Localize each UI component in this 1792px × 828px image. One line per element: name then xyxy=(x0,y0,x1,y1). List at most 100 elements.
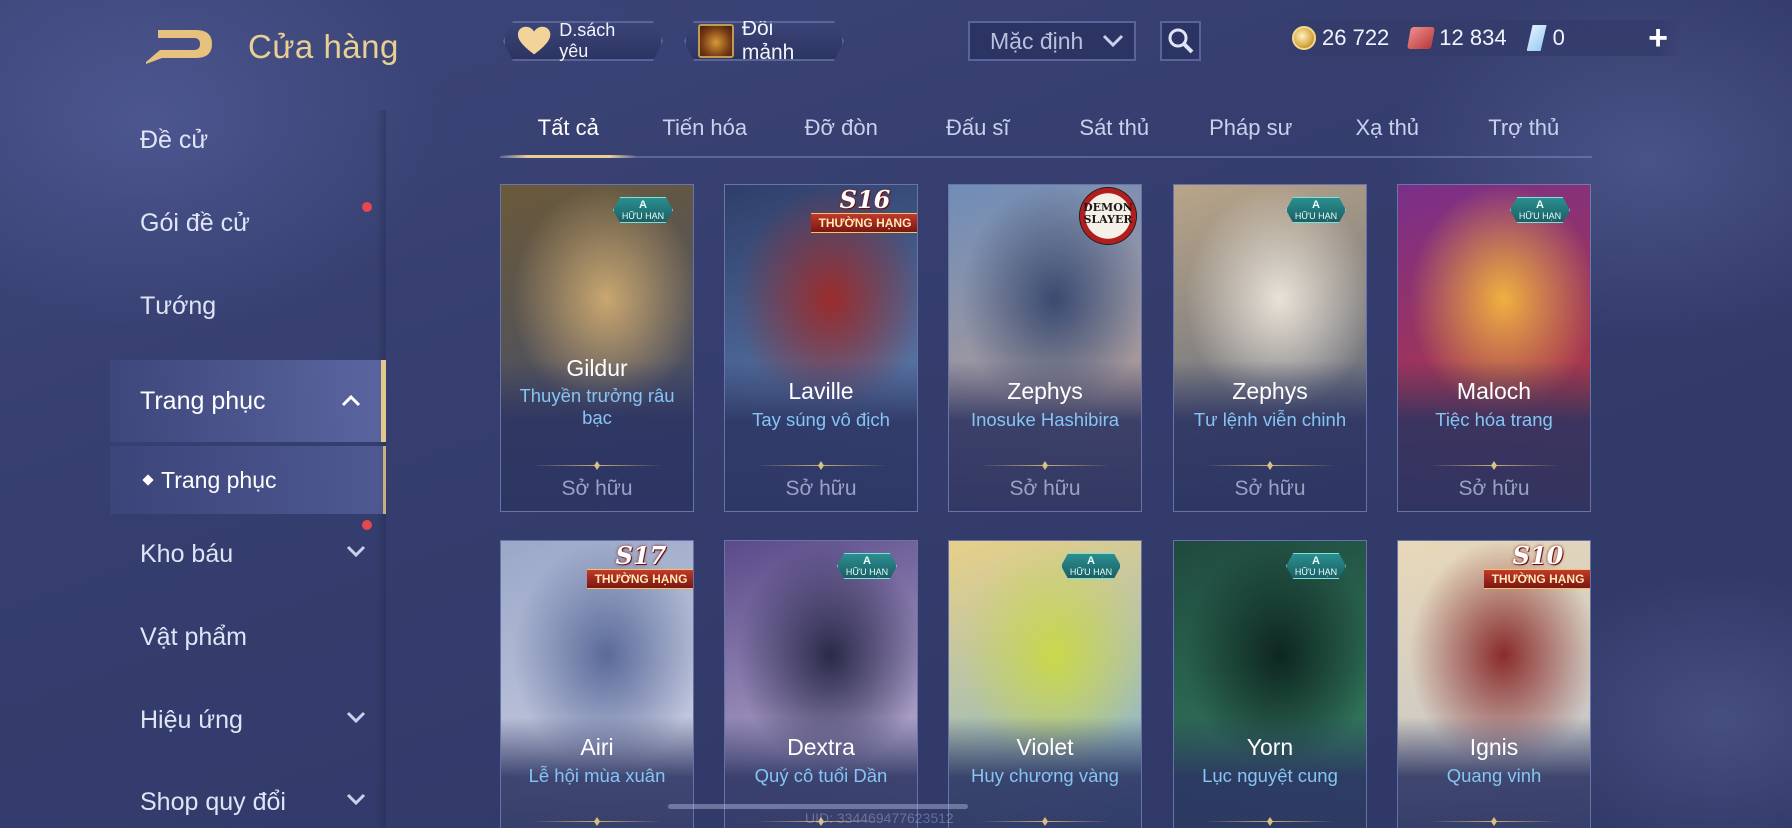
badge-rank: A xyxy=(1536,199,1544,211)
scroll-indicator[interactable] xyxy=(668,804,968,809)
tab-fighter[interactable]: Đấu sĩ xyxy=(910,106,1047,156)
back-button[interactable] xyxy=(140,24,216,70)
limited-badge-icon: A HỮU HẠN xyxy=(613,197,673,223)
owned-status: Sở hữu xyxy=(1009,477,1081,500)
limited-badge-icon: A HỮU HẠN xyxy=(1286,553,1346,579)
page-title: Cửa hàng xyxy=(248,28,399,65)
tab-mage[interactable]: Pháp sư xyxy=(1183,106,1320,156)
skin-card[interactable]: A HỮU HẠN Dextra Quý cô tuổi Dần xyxy=(724,540,918,828)
badge-limited: HỮU HẠN xyxy=(1069,567,1113,577)
player-uid: UID: 334469477623512 xyxy=(805,810,954,826)
search-button[interactable] xyxy=(1160,21,1201,61)
sidebar-item-label: Kho báu xyxy=(140,539,234,568)
card-divider xyxy=(1204,821,1336,822)
owned-status: Sở hữu xyxy=(785,477,857,500)
skin-card[interactable]: A HỮU HẠN Gildur Thuyền trưởng râu bạc Sở hữ… xyxy=(500,184,694,512)
sort-dropdown[interactable]: Mặc định xyxy=(968,21,1136,61)
skin-card[interactable]: S16 THƯỜNG HẠNG Laville Tay súng vô địch Sở … xyxy=(724,184,918,512)
badge-rank: A xyxy=(1087,555,1095,567)
gem-icon xyxy=(1526,25,1547,51)
hero-name: Gildur xyxy=(566,355,628,381)
season-number: S16 xyxy=(839,185,891,214)
currency-bar: 26 722 12 834 0 + xyxy=(1278,20,1682,56)
sidebar-subitem-label: Trang phục xyxy=(161,466,277,493)
skin-card[interactable]: S10 THƯỜNG HẠNG Ignis Quang vinh xyxy=(1397,540,1591,828)
card-divider xyxy=(531,821,663,822)
add-currency-button[interactable]: + xyxy=(1648,21,1668,55)
sidebar-item-label: Vật phẩm xyxy=(140,622,248,651)
sidebar-item-skins[interactable]: Trang phục xyxy=(110,360,386,442)
tab-tank[interactable]: Đỡ đòn xyxy=(773,106,910,156)
voucher-amount: 12 834 xyxy=(1439,25,1507,50)
season-badge-icon: S17 THƯỜNG HẠNG xyxy=(587,541,693,591)
owned-status: Sở hữu xyxy=(1234,477,1306,500)
voucher-icon xyxy=(1407,27,1436,49)
tab-evolution[interactable]: Tiến hóa xyxy=(637,106,774,156)
tab-support[interactable]: Trợ thủ xyxy=(1456,106,1593,156)
sidebar-item-label: Shop quy đổi xyxy=(140,787,286,816)
sidebar-item-exchange-shop[interactable]: Shop quy đổi xyxy=(110,766,386,828)
treasure-chest-icon xyxy=(698,24,734,58)
card-divider xyxy=(531,465,663,466)
hero-name: Zephys xyxy=(1232,378,1308,404)
badge-rank: A xyxy=(1312,555,1320,567)
badge-rank: A xyxy=(639,199,647,211)
skin-card[interactable]: S17 THƯỜNG HẠNG Airi Lễ hội mùa xuân xyxy=(500,540,694,828)
coin-icon xyxy=(1292,26,1316,50)
tab-all[interactable]: Tất cả xyxy=(500,106,637,158)
heart-icon xyxy=(517,26,551,56)
sidebar-item-items[interactable]: Vật phẩm xyxy=(110,601,386,673)
season-rank: THƯỜNG HẠNG xyxy=(1484,569,1590,589)
notification-dot xyxy=(362,202,372,212)
coin-amount: 26 722 xyxy=(1322,25,1390,50)
skin-card[interactable]: A HỮU HẠN Violet Huy chương vàng xyxy=(948,540,1142,828)
card-divider xyxy=(979,821,1111,822)
chevron-down-icon xyxy=(346,545,366,557)
currency-gems: 0 xyxy=(1526,25,1565,51)
owned-status: Sở hữu xyxy=(1458,477,1530,500)
season-rank: THƯỜNG HẠNG xyxy=(587,569,693,589)
skin-name: Lục nguyệt cung xyxy=(1202,765,1338,786)
card-divider xyxy=(1428,465,1560,466)
sidebar-subitem-skins[interactable]: Trang phục xyxy=(110,446,386,514)
skin-name: Thuyền trưởng râu bạc xyxy=(519,385,675,428)
badge-limited: HỮU HẠN xyxy=(1294,211,1338,221)
sidebar-item-featured-bundles[interactable]: Gói đề cử xyxy=(110,187,386,259)
tab-marksman[interactable]: Xạ thủ xyxy=(1319,106,1456,156)
skin-card[interactable]: A HỮU HẠN Yorn Lục nguyệt cung xyxy=(1173,540,1367,828)
sidebar-item-treasure[interactable]: Kho báu xyxy=(110,518,386,590)
hero-name: Ignis xyxy=(1469,734,1519,760)
sidebar-item-heroes[interactable]: Tướng xyxy=(110,270,386,342)
card-divider xyxy=(1204,465,1336,466)
sidebar-item-featured[interactable]: Đề cử xyxy=(110,104,386,176)
skin-card[interactable]: A HỮU HẠN Maloch Tiệc hóa trang Sở hữu xyxy=(1397,184,1591,512)
limited-badge-icon: A HỮU HẠN xyxy=(837,553,897,579)
shard-exchange-button[interactable]: Đổi mảnh xyxy=(684,21,844,61)
sidebar-item-label: Trang phục xyxy=(140,386,266,415)
skin-name: Quang vinh xyxy=(1446,765,1542,786)
limited-badge-icon: A HỮU HẠN xyxy=(1286,197,1346,223)
hero-name: Violet xyxy=(1016,734,1074,760)
search-icon xyxy=(1168,28,1193,54)
limited-badge-icon: A HỮU HẠN xyxy=(1061,553,1121,579)
tab-assassin[interactable]: Sát thủ xyxy=(1046,106,1183,156)
category-tabs: Tất cả Tiến hóa Đỡ đòn Đấu sĩ Sát thủ Ph… xyxy=(500,106,1592,158)
badge-limited: HỮU HẠN xyxy=(1294,567,1338,577)
skin-card[interactable]: DEMON SLAYER Zephys Inosuke Hashibira Sở hữ… xyxy=(948,184,1142,512)
diamond-bullet-icon xyxy=(142,474,154,486)
hero-name: Maloch xyxy=(1456,378,1532,404)
badge-rank: A xyxy=(1312,199,1320,211)
favorites-button[interactable]: D.sách yêu xyxy=(503,21,663,61)
hero-name: Dextra xyxy=(787,734,855,760)
sidebar-item-effects[interactable]: Hiệu ứng xyxy=(110,684,386,756)
sort-value: Mặc định xyxy=(990,27,1084,54)
hero-name: Zephys xyxy=(1007,378,1083,404)
season-badge-icon: S16 THƯỜNG HẠNG xyxy=(811,185,917,235)
chevron-down-icon xyxy=(346,711,366,723)
skin-card[interactable]: A HỮU HẠN Zephys Tư lệnh viễn chinh Sở hữu xyxy=(1173,184,1367,512)
currency-vouchers: 12 834 xyxy=(1407,25,1507,51)
season-rank: THƯỜNG HẠNG xyxy=(811,213,917,233)
season-number: S17 xyxy=(615,541,667,570)
favorites-label: D.sách yêu xyxy=(559,20,616,61)
badge-limited: HỮU HẠN xyxy=(845,567,889,577)
